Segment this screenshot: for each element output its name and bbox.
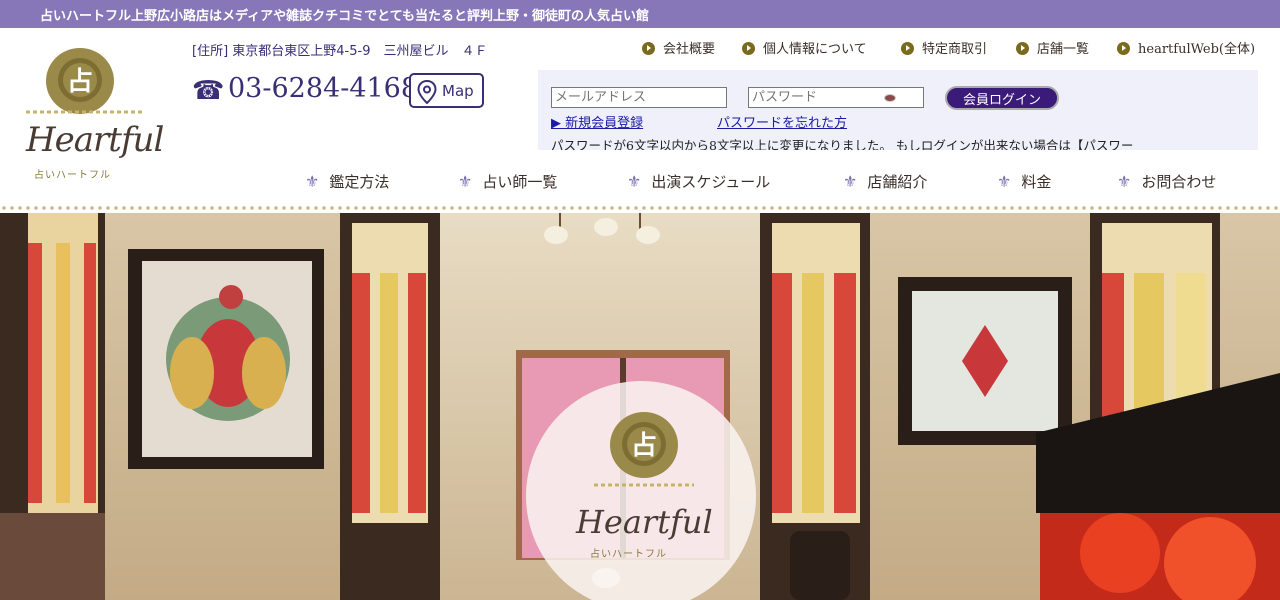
utility-links: 会社概要 個人情報について 特定商取引 店舗一覧 heartfulWeb(全体): [640, 38, 1280, 58]
password-notice: パスワードが6文字以内から8文字以上に変更になりました。 もしログインが出来ない…: [551, 138, 1134, 150]
site-logo[interactable]: 占 Heartful 占いハートフル: [22, 44, 164, 186]
nav-store-intro[interactable]: ⚜ 店舗紹介: [843, 171, 927, 193]
map-pin-icon: [417, 80, 437, 104]
fleur-de-lis-icon: ⚜: [627, 172, 642, 191]
play-circle-icon: [642, 42, 655, 55]
fleur-de-lis-icon: ⚜: [843, 172, 858, 191]
play-circle-icon: [742, 42, 755, 55]
email-input[interactable]: [551, 87, 727, 108]
fleur-de-lis-icon: ⚜: [458, 172, 473, 191]
forgot-password-link[interactable]: パスワードを忘れた方: [717, 112, 847, 131]
map-button-label: Map: [442, 82, 474, 100]
hero-image: 占 Heartful 占いハートフル: [0, 213, 1280, 600]
link-heartful-web[interactable]: heartfulWeb(全体): [1117, 38, 1255, 57]
register-link[interactable]: ▶ 新規会員登録: [551, 112, 643, 131]
logo-subtitle: 占いハートフル: [34, 170, 111, 181]
hero-logo-seal-icon: 占: [594, 412, 694, 487]
password-input[interactable]: [748, 87, 924, 108]
link-company[interactable]: 会社概要: [642, 38, 715, 57]
show-password-icon[interactable]: [884, 94, 896, 102]
site-tagline: 占いハートフル上野広小路店はメディアや雑誌クチコミでとても当たると評判上野・御徒…: [40, 9, 650, 24]
logo-seal-icon: 占: [26, 48, 142, 114]
logo-wordmark: Heartful: [26, 120, 164, 160]
nav-fortune-tellers[interactable]: ⚜ 占い師一覧: [458, 171, 557, 193]
link-store-list[interactable]: 店舗一覧: [1016, 38, 1089, 57]
nav-pricing[interactable]: ⚜ 料金: [997, 171, 1051, 193]
phone-number[interactable]: 03-6284-4168: [228, 73, 418, 104]
play-circle-icon: [1016, 42, 1029, 55]
link-privacy[interactable]: 個人情報について: [742, 38, 867, 57]
svg-text:占: 占: [631, 431, 657, 461]
member-login-panel: 会員ログイン ▶ 新規会員登録 パスワードを忘れた方 パスワードが6文字以内から…: [538, 70, 1258, 150]
nav-contact[interactable]: ⚜ お問合わせ: [1117, 171, 1216, 193]
map-button[interactable]: Map: [409, 73, 484, 108]
store-address: [住所] 東京都台東区上野4-5-9 三州屋ビル ４Ｆ: [192, 44, 488, 59]
link-commerce-law[interactable]: 特定商取引: [901, 38, 987, 57]
top-banner: 占いハートフル上野広小路店はメディアや雑誌クチコミでとても当たると評判上野・御徒…: [0, 0, 1280, 28]
ornamental-divider: [0, 204, 1280, 213]
play-circle-icon: [1117, 42, 1130, 55]
play-circle-icon: [901, 42, 914, 55]
fleur-de-lis-icon: ⚜: [997, 172, 1012, 191]
phone-icon: ☎: [192, 76, 225, 106]
member-login-button[interactable]: 会員ログイン: [945, 86, 1059, 110]
hero-logo-subtitle: 占いハートフル: [590, 549, 667, 560]
svg-text:占: 占: [67, 67, 93, 97]
nav-fortune-methods[interactable]: ⚜ 鑑定方法: [305, 171, 389, 193]
fleur-de-lis-icon: ⚜: [1117, 172, 1132, 191]
hero-logo-wordmark: Heartful: [576, 503, 713, 541]
nav-schedule[interactable]: ⚜ 出演スケジュール: [627, 171, 770, 193]
fleur-de-lis-icon: ⚜: [305, 172, 320, 191]
